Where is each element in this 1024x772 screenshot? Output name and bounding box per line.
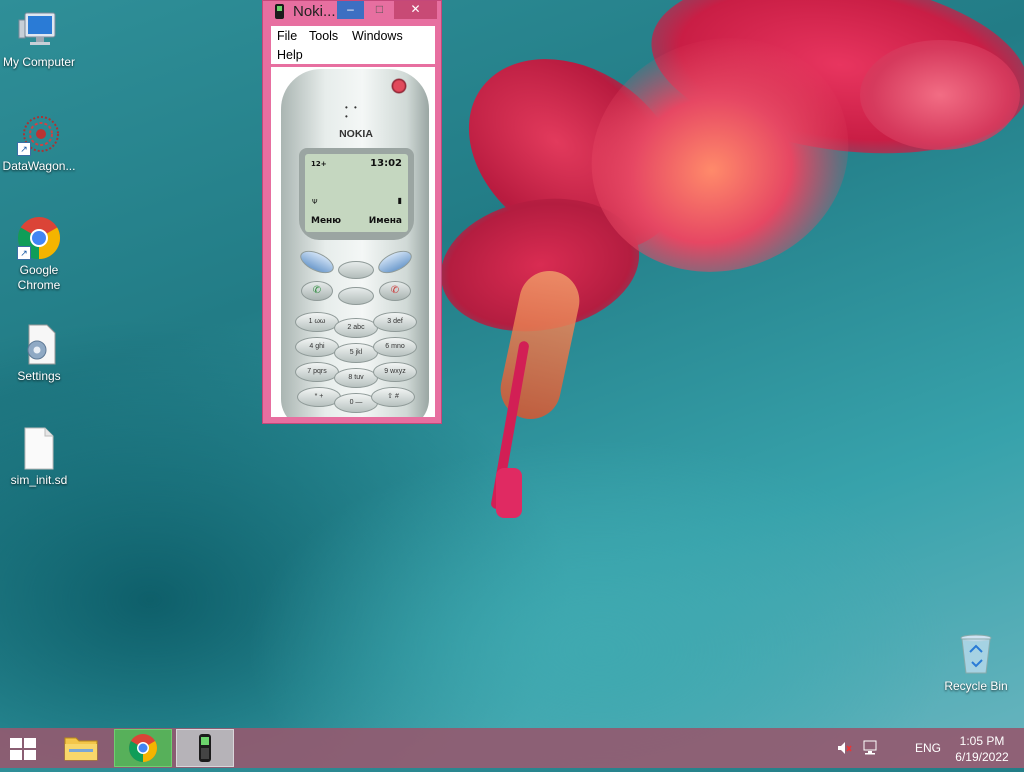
taskbar-nokia[interactable]: [176, 729, 234, 767]
desktop-icon-my-computer[interactable]: My Computer: [0, 8, 78, 69]
menu-windows[interactable]: Windows: [352, 29, 403, 43]
shortcut-arrow-icon: ↗: [17, 246, 31, 260]
screen-frame: 12+ 13:02 Ψ ▮ Меню Имена: [299, 148, 414, 240]
monitor-icon: [17, 8, 61, 52]
start-button[interactable]: [10, 738, 38, 760]
key-9[interactable]: 9 wxyz: [373, 362, 417, 382]
phone-screen: 12+ 13:02 Ψ ▮ Меню Имена: [305, 154, 408, 232]
left-softkey-button[interactable]: [296, 246, 338, 278]
phone-clock: 13:02: [370, 158, 402, 169]
desktop-icon-label: My Computer: [2, 55, 76, 69]
desktop-icon-label: Settings: [17, 369, 61, 383]
taskbar-file-explorer[interactable]: [52, 729, 110, 767]
nokia-window[interactable]: Noki... – □ ✕ File Tools Windows Help • …: [262, 0, 442, 424]
earpiece-icon: • • •: [345, 103, 359, 121]
phone-emulator-area: • • • NOKIA 12+ 13:02 Ψ ▮ Меню Имена ✆ ✆: [271, 67, 435, 417]
key-2[interactable]: 2 abc: [334, 318, 378, 338]
maximize-button[interactable]: □: [366, 1, 393, 19]
key-3[interactable]: 3 def: [373, 312, 417, 332]
minimize-button[interactable]: –: [337, 1, 364, 19]
softkey-left-label: Меню: [311, 216, 342, 226]
system-clock[interactable]: 1:05 PM 6/19/2022: [952, 733, 1012, 765]
desktop-icon-google-chrome[interactable]: ↗ Google Chrome: [0, 216, 78, 293]
close-button[interactable]: ✕: [394, 1, 437, 19]
menu-help[interactable]: Help: [277, 48, 303, 62]
clock-date: 6/19/2022: [955, 750, 1009, 764]
power-button[interactable]: [391, 78, 407, 94]
blank-file-icon: [17, 426, 61, 470]
nav-up-button[interactable]: [338, 261, 374, 279]
folder-icon: [64, 737, 98, 761]
nav-down-button[interactable]: [338, 287, 374, 305]
brand-logo: NOKIA: [339, 128, 373, 140]
desktop-icon-label: Recycle Bin: [944, 679, 1008, 693]
window-title: Noki...: [293, 3, 336, 20]
battery-icon: ▮: [397, 196, 402, 205]
settings-document-icon: [17, 322, 61, 366]
key-7[interactable]: 7 pqrs: [295, 362, 339, 382]
datawagon-icon: ↗: [17, 112, 61, 156]
call-button[interactable]: ✆: [301, 281, 333, 301]
desktop-icon-label: Google Chrome: [17, 263, 61, 292]
key-6[interactable]: 6 mno: [373, 337, 417, 357]
key-4[interactable]: 4 ghi: [295, 337, 339, 357]
recycle-bin-icon: [954, 632, 998, 676]
window-titlebar[interactable]: Noki... – □ ✕: [263, 1, 441, 23]
key-1[interactable]: 1 ωω: [295, 312, 339, 332]
taskbar: ENG 1:05 PM 6/19/2022: [0, 728, 1024, 768]
chrome-icon: [129, 734, 157, 762]
desktop-icon-datawagon[interactable]: ↗ DataWagon...: [0, 112, 78, 173]
menu-bar: File Tools Windows Help: [271, 26, 435, 64]
phone-body: • • • NOKIA 12+ 13:02 Ψ ▮ Меню Имена ✆ ✆: [281, 69, 429, 417]
desktop-icon-recycle-bin[interactable]: Recycle Bin: [940, 632, 1012, 693]
network-icon[interactable]: [862, 740, 880, 759]
softkey-right-label: Имена: [368, 216, 402, 226]
phone-icon: [275, 4, 284, 19]
menu-tools[interactable]: Tools: [309, 29, 338, 43]
right-softkey-button[interactable]: [374, 246, 416, 278]
language-indicator[interactable]: ENG: [915, 741, 941, 755]
shortcut-arrow-icon: ↗: [17, 142, 31, 156]
desktop-icon-settings[interactable]: Settings: [0, 322, 78, 383]
desktop-icon-label: DataWagon...: [2, 159, 76, 173]
desktop-icon-label: sim_init.sd: [10, 473, 68, 487]
chrome-icon: ↗: [17, 216, 61, 260]
key-8[interactable]: 8 tuv: [334, 368, 378, 388]
signal-indicator: 12+: [311, 160, 327, 168]
key-hash[interactable]: ⇧ #: [371, 387, 415, 407]
desktop-icon-sim-init[interactable]: sim_init.sd: [0, 426, 78, 487]
menu-file[interactable]: File: [277, 29, 297, 43]
key-5[interactable]: 5 jkl: [334, 343, 378, 363]
phone-icon: [199, 734, 211, 762]
end-call-button[interactable]: ✆: [379, 281, 411, 301]
antenna-icon: Ψ: [312, 198, 318, 206]
clock-time: 1:05 PM: [959, 734, 1005, 748]
speaker-muted-icon[interactable]: [837, 740, 853, 759]
taskbar-google-chrome[interactable]: [114, 729, 172, 767]
